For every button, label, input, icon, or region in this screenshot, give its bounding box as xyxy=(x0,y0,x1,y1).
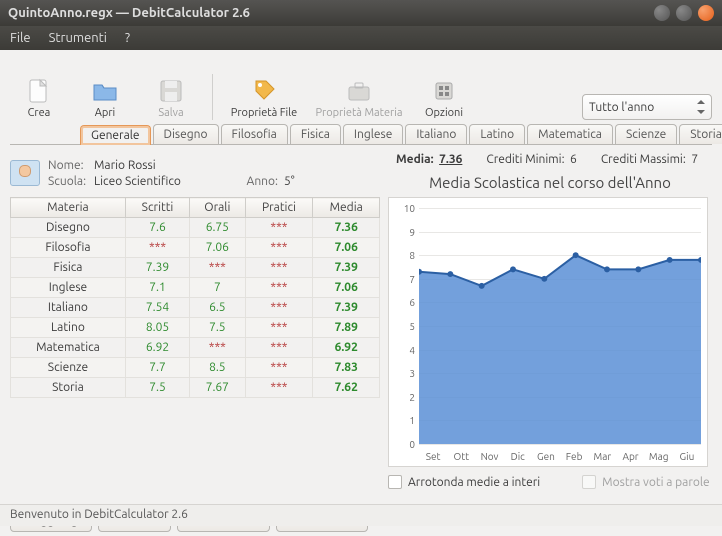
toolbar-create[interactable]: Crea xyxy=(10,62,68,120)
table-row[interactable]: Fisica7.39******7.39 xyxy=(11,258,380,278)
options-icon xyxy=(428,75,460,107)
tab-disegno[interactable]: Disegno xyxy=(153,124,219,144)
table-row[interactable]: Matematica6.92******6.92 xyxy=(11,338,380,358)
menubar: File Strumenti ? xyxy=(0,26,722,50)
tab-inglese[interactable]: Inglese xyxy=(343,124,403,144)
menu-tools[interactable]: Strumenti xyxy=(49,31,107,45)
table-row[interactable]: Latino8.057.5***7.89 xyxy=(11,318,380,338)
toolbar-subjprops: Proprietà Materia xyxy=(311,62,407,120)
right-panel: Media: 7.36 Crediti Minimi: 6 Crediti Ma… xyxy=(388,153,712,532)
table-row[interactable]: Disegno7.66.75***7.36 xyxy=(11,218,380,238)
minimize-button[interactable] xyxy=(654,5,670,21)
folder-open-icon xyxy=(89,75,121,107)
stats-line: Media: 7.36 Crediti Minimi: 6 Crediti Ma… xyxy=(388,153,712,166)
file-new-icon xyxy=(23,75,55,107)
round-checkbox[interactable] xyxy=(388,475,402,489)
close-button[interactable] xyxy=(698,5,714,21)
table-row[interactable]: Storia7.57.67***7.62 xyxy=(11,378,380,398)
toolbar: Crea Apri Salva Proprietà File Proprietà… xyxy=(10,56,712,120)
chart: 012345678910 SetOttNovDicGenFebMarAprMag… xyxy=(388,197,708,467)
words-checkbox xyxy=(582,475,596,489)
tab-matematica[interactable]: Matematica xyxy=(527,124,613,144)
left-panel: Nome: Mario Rossi Scuola: Liceo Scientif… xyxy=(10,153,380,532)
briefcase-icon xyxy=(343,75,375,107)
toolbar-save: Salva xyxy=(142,62,200,120)
col-oral[interactable]: Orali xyxy=(190,198,245,218)
content: Crea Apri Salva Proprietà File Proprietà… xyxy=(0,50,722,536)
toolbar-open[interactable]: Apri xyxy=(76,62,134,120)
tag-icon xyxy=(248,75,280,107)
tab-fisica[interactable]: Fisica xyxy=(290,124,341,144)
col-practical[interactable]: Pratici xyxy=(245,198,313,218)
student-info: Nome: Mario Rossi Scuola: Liceo Scientif… xyxy=(10,153,380,193)
tab-italiano[interactable]: Italiano xyxy=(405,124,467,144)
period-select[interactable]: Tutto l'anno xyxy=(582,94,712,120)
save-icon xyxy=(155,75,187,107)
table-row[interactable]: Italiano7.546.5***7.39 xyxy=(11,298,380,318)
titlebar: QuintoAnno.regx — DebitCalculator 2.6 xyxy=(0,0,722,26)
toolbar-separator xyxy=(212,74,213,120)
tab-filosofia[interactable]: Filosofia xyxy=(221,124,288,144)
subject-tabs: GeneraleDisegnoFilosofiaFisicaIngleseIta… xyxy=(10,124,712,145)
table-row[interactable]: Scienze7.78.5***7.83 xyxy=(11,358,380,378)
tab-scienze[interactable]: Scienze xyxy=(615,124,677,144)
chart-title: Media Scolastica nel corso dell'Anno xyxy=(388,174,712,191)
tab-storia[interactable]: Storia xyxy=(679,124,722,144)
tab-generale[interactable]: Generale xyxy=(80,125,151,145)
tab-latino[interactable]: Latino xyxy=(469,124,525,144)
maximize-button[interactable] xyxy=(676,5,692,21)
grades-table: Materia Scritti Orali Pratici Media Dise… xyxy=(10,197,380,398)
menu-file[interactable]: File xyxy=(10,31,31,45)
col-written[interactable]: Scritti xyxy=(125,198,189,218)
toolbar-fileprops[interactable]: Proprietà File xyxy=(225,62,303,120)
avatar-icon xyxy=(10,160,40,186)
menu-help[interactable]: ? xyxy=(125,31,130,45)
table-row[interactable]: Filosofia***7.06***7.06 xyxy=(11,238,380,258)
chart-options: Arrotonda medie a interi Mostra voti a p… xyxy=(388,475,712,489)
toolbar-options[interactable]: Opzioni xyxy=(415,62,473,120)
statusbar: Benvenuto in DebitCalculator 2.6 xyxy=(0,504,722,526)
overall-average: 7.36 xyxy=(439,153,462,166)
col-avg[interactable]: Media xyxy=(313,198,380,218)
col-subject[interactable]: Materia xyxy=(11,198,126,218)
table-row[interactable]: Inglese7.17***7.06 xyxy=(11,278,380,298)
window-title: QuintoAnno.regx — DebitCalculator 2.6 xyxy=(8,6,648,20)
